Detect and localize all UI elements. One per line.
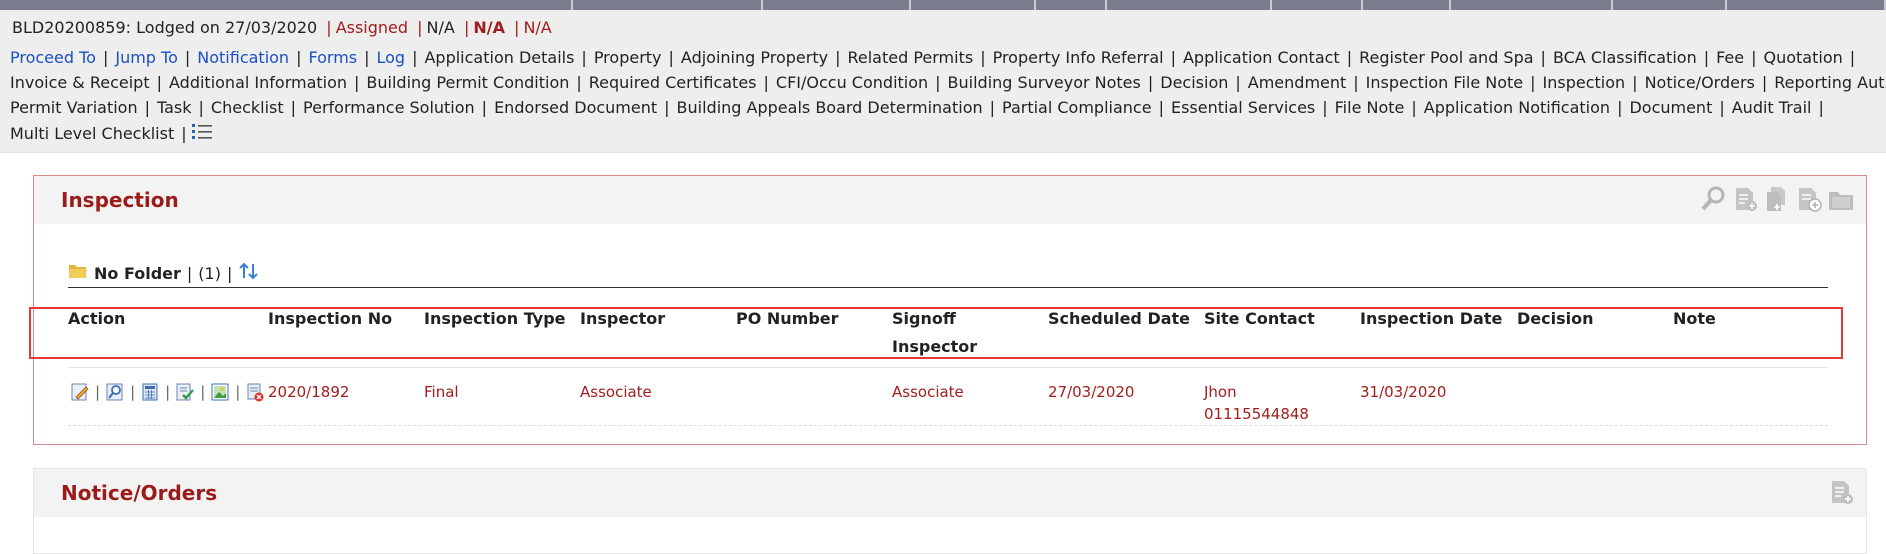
- folder-name[interactable]: No Folder: [94, 264, 181, 283]
- notice-orders-toolbar: [1826, 477, 1856, 507]
- nav-row-4: Multi Level Checklist |: [10, 123, 213, 146]
- nav-required-certificates[interactable]: Required Certificates: [589, 73, 757, 92]
- nav-row-1: Proceed To | Jump To | Notification | Forms | Lo…: [10, 48, 1856, 67]
- folder-count: (1): [198, 263, 221, 283]
- nav-building-surveyor-notes[interactable]: Building Surveyor Notes: [948, 73, 1141, 92]
- application-summary: BLD20200859: Lodged on 27/03/2020 | Assig…: [12, 18, 552, 37]
- table-row: | | | | | 2020/1892 Final Associate Asso…: [68, 372, 1828, 425]
- nav-jump-to[interactable]: Jump To: [115, 48, 178, 67]
- nav-row-2: Invoice & Receipt | Additional Information…: [10, 73, 1886, 93]
- nav-permit-variation[interactable]: Permit Variation: [10, 98, 138, 117]
- cell-signoff-inspector: Associate: [892, 383, 964, 401]
- nav-cfi-occu-condition[interactable]: CFI/Occu Condition: [776, 73, 928, 92]
- nav-reporting-authority[interactable]: Reporting Authority: [1774, 73, 1886, 92]
- cell-site-contact: Jhon 01115544848: [1204, 381, 1309, 425]
- nav-notice-orders[interactable]: Notice/Orders: [1645, 73, 1755, 92]
- inspection-panel: Inspection No Folder | (1) | Action Insp…: [29, 175, 1867, 445]
- copy-document-icon[interactable]: [1762, 184, 1792, 214]
- row-divider: [68, 425, 1828, 426]
- folder-separator: |: [186, 263, 193, 283]
- folder-row: No Folder | (1) |: [68, 262, 260, 284]
- nav-essential-services[interactable]: Essential Services: [1171, 98, 1315, 117]
- image-icon[interactable]: [208, 381, 232, 403]
- add-document-icon[interactable]: [1730, 184, 1760, 214]
- nav-notification[interactable]: Notification: [197, 48, 289, 67]
- folder-separator: |: [226, 263, 233, 283]
- na-value-3: N/A: [523, 18, 552, 37]
- nav-forms[interactable]: Forms: [308, 48, 357, 67]
- nav-property-info-referral[interactable]: Property Info Referral: [993, 48, 1164, 67]
- header-highlight-box: [29, 307, 1843, 359]
- cell-inspection-no[interactable]: 2020/1892: [268, 381, 349, 403]
- status-assigned: Assigned: [335, 18, 409, 37]
- nav-register-pool-and-spa[interactable]: Register Pool and Spa: [1359, 48, 1533, 67]
- nav-additional-information[interactable]: Additional Information: [169, 73, 347, 92]
- nav-partial-compliance[interactable]: Partial Compliance: [1002, 98, 1152, 117]
- list-icon[interactable]: [191, 123, 213, 146]
- nav-application-contact[interactable]: Application Contact: [1183, 48, 1340, 67]
- delete-icon[interactable]: [243, 381, 267, 403]
- nav-file-note[interactable]: File Note: [1335, 98, 1405, 117]
- notice-orders-panel: Notice/Orders: [33, 468, 1867, 554]
- application-header: BLD20200859: Lodged on 27/03/2020 | Assig…: [0, 10, 1886, 153]
- site-contact-phone: 01115544848: [1204, 405, 1309, 423]
- cell-inspection-type: Final: [424, 383, 459, 401]
- wrench-search-icon[interactable]: [1698, 184, 1728, 214]
- cell-inspection-date: 31/03/2020: [1360, 383, 1447, 401]
- nav-application-details[interactable]: Application Details: [424, 48, 574, 67]
- nav-decision[interactable]: Decision: [1160, 73, 1228, 92]
- nav-checklist[interactable]: Checklist: [211, 98, 284, 117]
- cell-inspector: Associate: [580, 383, 652, 401]
- nav-amendment[interactable]: Amendment: [1248, 73, 1347, 92]
- site-contact-name: Jhon: [1204, 383, 1237, 401]
- lodged-date: Lodged on 27/03/2020: [136, 18, 318, 37]
- nav-fee[interactable]: Fee: [1716, 48, 1744, 67]
- folder-icon[interactable]: [1826, 184, 1856, 214]
- folder-open-icon[interactable]: [68, 263, 88, 283]
- calculator-icon[interactable]: [138, 381, 162, 403]
- checklist-icon[interactable]: [173, 381, 197, 403]
- nav-invoice-receipt[interactable]: Invoice & Receipt: [10, 73, 150, 92]
- nav-inspection[interactable]: Inspection: [1543, 73, 1626, 92]
- sort-icon[interactable]: [238, 262, 260, 284]
- nav-log[interactable]: Log: [377, 48, 406, 67]
- nav-building-permit-condition[interactable]: Building Permit Condition: [366, 73, 569, 92]
- nav-task[interactable]: Task: [157, 98, 192, 117]
- inspection-toolbar: [1698, 184, 1856, 214]
- header-divider: [68, 367, 1828, 368]
- nav-related-permits[interactable]: Related Permits: [847, 48, 973, 67]
- nav-performance-solution[interactable]: Performance Solution: [303, 98, 475, 117]
- cell-scheduled-date: 27/03/2020: [1048, 383, 1135, 401]
- add-circle-document-icon[interactable]: [1794, 184, 1824, 214]
- nav-building-appeals-board-determination[interactable]: Building Appeals Board Determination: [677, 98, 983, 117]
- folder-divider: [68, 287, 1828, 288]
- notice-orders-title: Notice/Orders: [61, 481, 218, 505]
- nav-inspection-file-note[interactable]: Inspection File Note: [1366, 73, 1523, 92]
- nav-adjoining-property[interactable]: Adjoining Property: [681, 48, 828, 67]
- nav-endorsed-document[interactable]: Endorsed Document: [494, 98, 657, 117]
- edit-icon[interactable]: [68, 381, 92, 403]
- inspection-panel-header: Inspection: [34, 176, 1866, 224]
- row-actions: | | | | |: [68, 381, 267, 403]
- search-icon[interactable]: [103, 381, 127, 403]
- nav-audit-trail[interactable]: Audit Trail: [1732, 98, 1812, 117]
- nav-document[interactable]: Document: [1629, 98, 1712, 117]
- nav-property[interactable]: Property: [594, 48, 662, 67]
- nav-application-notification[interactable]: Application Notification: [1424, 98, 1610, 117]
- nav-multi-level-checklist[interactable]: Multi Level Checklist: [10, 124, 174, 143]
- application-id: BLD20200859:: [12, 18, 132, 37]
- na-value-1: N/A: [426, 18, 455, 37]
- inspection-title: Inspection: [61, 188, 179, 212]
- na-value-2: N/A: [473, 18, 505, 37]
- top-tab-strip: [0, 0, 1886, 10]
- add-document-icon[interactable]: [1826, 477, 1856, 507]
- notice-orders-header: Notice/Orders: [34, 469, 1866, 517]
- nav-quotation[interactable]: Quotation: [1764, 48, 1843, 67]
- nav-row-3: Permit Variation | Task | Checklist | Performa…: [10, 98, 1824, 117]
- nav-bca-classification[interactable]: BCA Classification: [1553, 48, 1697, 67]
- nav-proceed-to[interactable]: Proceed To: [10, 48, 96, 67]
